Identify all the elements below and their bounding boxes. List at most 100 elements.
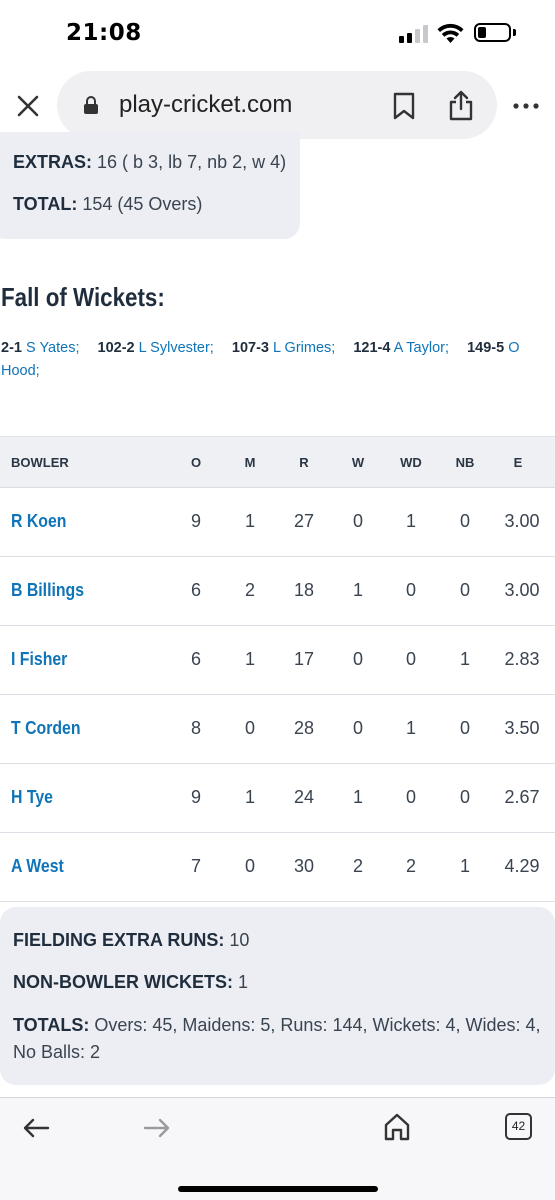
cell-economy: 4.29 (504, 856, 540, 876)
battery-icon (474, 23, 511, 42)
fall-of-wickets-heading: Fall of Wickets: (1, 282, 165, 312)
header-no-balls: NB (455, 455, 475, 470)
cell-runs: 27 (293, 511, 315, 531)
cell-runs: 24 (293, 787, 315, 807)
share-icon[interactable] (448, 89, 474, 121)
cell-runs: 18 (293, 580, 315, 600)
bookmark-icon[interactable] (392, 92, 416, 120)
cell-runs: 17 (293, 649, 315, 669)
cell-no-balls: 0 (459, 787, 470, 807)
fielding-value: 10 (229, 930, 250, 950)
cell-overs: 6 (190, 580, 201, 600)
forward-arrow-icon[interactable] (143, 1117, 171, 1139)
cell-economy: 2.83 (504, 649, 540, 669)
table-row: R Koen 9 1 27 0 1 0 3.00 (0, 488, 555, 557)
nonbowler-label: NON-BOWLER WICKETS: (13, 972, 233, 992)
cell-wickets: 2 (352, 856, 363, 876)
bowling-totals: TOTALS: Overs: 45, Maidens: 5, Runs: 144… (13, 1012, 543, 1066)
cell-maidens: 1 (244, 787, 255, 807)
tab-count: 42 (511, 1119, 526, 1133)
header-maidens: M (244, 455, 256, 470)
cell-overs: 9 (190, 511, 201, 531)
cell-economy: 3.00 (504, 511, 540, 531)
status-bar: 21:08 (0, 0, 555, 66)
cell-economy: 3.50 (504, 718, 540, 738)
total-value: 154 (45 Overs) (82, 194, 203, 214)
cell-wickets: 0 (352, 718, 363, 738)
cell-overs: 7 (190, 856, 201, 876)
cell-economy: 3.00 (504, 580, 540, 600)
cell-wides: 0 (405, 580, 416, 600)
fow-item[interactable]: 102-2 L Sylvester; (98, 340, 214, 356)
totals-label: TOTALS: (13, 1015, 90, 1035)
cell-wides: 0 (405, 787, 416, 807)
cell-maidens: 0 (244, 856, 255, 876)
cell-no-balls: 1 (459, 649, 470, 669)
cell-overs: 8 (190, 718, 201, 738)
back-arrow-icon[interactable] (22, 1117, 50, 1139)
cell-wickets: 0 (352, 649, 363, 669)
cell-economy: 2.67 (504, 787, 540, 807)
bowler-link[interactable]: I Fisher (11, 649, 67, 670)
wifi-icon (437, 23, 464, 43)
cell-runs: 28 (293, 718, 315, 738)
status-time: 21:08 (66, 20, 142, 46)
table-row: I Fisher 6 1 17 0 0 1 2.83 (0, 626, 555, 695)
nonbowler-value: 1 (238, 972, 249, 992)
more-icon[interactable] (513, 103, 539, 109)
header-wickets: W (351, 455, 365, 470)
non-bowler-wickets: NON-BOWLER WICKETS: 1 (13, 972, 248, 993)
battery-cap (513, 29, 516, 36)
home-icon[interactable] (383, 1112, 411, 1142)
bowler-link[interactable]: B Billings (11, 580, 84, 601)
table-row: H Tye 9 1 24 1 0 0 2.67 (0, 764, 555, 833)
fow-item[interactable]: 121-4 A Taylor; (353, 340, 449, 356)
innings-summary-card (0, 132, 300, 239)
extras-label: EXTRAS: (13, 152, 93, 172)
bowler-link[interactable]: R Koen (11, 511, 66, 532)
cell-wickets: 1 (352, 580, 363, 600)
cell-no-balls: 0 (459, 718, 470, 738)
bowling-table-header: BOWLER O M R W WD NB E (0, 436, 555, 488)
fow-item[interactable]: 2-1 S Yates; (1, 340, 79, 356)
header-economy: E (513, 455, 523, 470)
fielding-label: FIELDING EXTRA RUNS: (13, 930, 225, 950)
cellular-signal-icon (399, 25, 429, 43)
table-row: T Corden 8 0 28 0 1 0 3.50 (0, 695, 555, 764)
cell-wides: 2 (405, 856, 416, 876)
total-row: TOTAL: 154 (45 Overs) (13, 194, 202, 215)
cell-no-balls: 0 (459, 511, 470, 531)
table-row: A West 7 0 30 2 2 1 4.29 (0, 833, 555, 902)
header-wides: WD (400, 455, 422, 470)
bowler-link[interactable]: H Tye (11, 787, 53, 808)
table-row: B Billings 6 2 18 1 0 0 3.00 (0, 557, 555, 626)
cell-no-balls: 0 (459, 580, 470, 600)
cell-overs: 9 (190, 787, 201, 807)
cell-wickets: 1 (352, 787, 363, 807)
fielding-extra-runs: FIELDING EXTRA RUNS: 10 (13, 930, 249, 951)
home-indicator (178, 1186, 378, 1192)
tabs-icon[interactable]: 42 (505, 1113, 532, 1140)
cell-runs: 30 (293, 856, 315, 876)
totals-value: Overs: 45, Maidens: 5, Runs: 144, Wicket… (13, 1015, 541, 1062)
cell-maidens: 1 (244, 511, 255, 531)
cell-wides: 0 (405, 649, 416, 669)
cell-no-balls: 1 (459, 856, 470, 876)
fow-item[interactable]: 107-3 L Grimes; (232, 340, 335, 356)
cell-wickets: 0 (352, 511, 363, 531)
extras-row: EXTRAS: 16 ( b 3, lb 7, nb 2, w 4) (13, 152, 286, 173)
total-label: TOTAL: (13, 194, 78, 214)
cell-maidens: 1 (244, 649, 255, 669)
header-runs: R (299, 455, 309, 470)
fall-of-wickets-list: 2-1 S Yates; 102-2 L Sylvester; 107-3 L … (1, 337, 541, 383)
lock-icon (84, 96, 98, 114)
header-overs: O (190, 455, 202, 470)
bowler-link[interactable]: T Corden (11, 718, 81, 739)
header-bowler: BOWLER (11, 455, 69, 470)
cell-overs: 6 (190, 649, 201, 669)
url-text[interactable]: play-cricket.com (119, 91, 292, 119)
cell-wides: 1 (405, 511, 416, 531)
bowler-link[interactable]: A West (11, 856, 64, 877)
cell-maidens: 0 (244, 718, 255, 738)
close-icon[interactable] (14, 92, 42, 120)
